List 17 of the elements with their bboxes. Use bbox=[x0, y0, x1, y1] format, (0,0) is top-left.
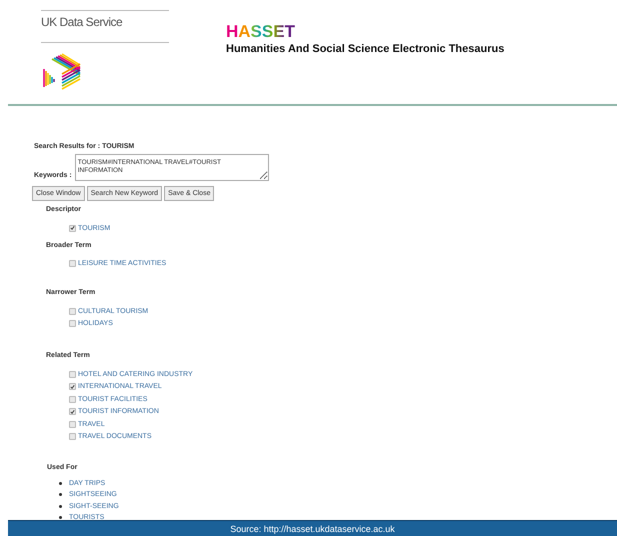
term-checkbox[interactable] bbox=[69, 308, 76, 315]
term-checkbox[interactable] bbox=[69, 224, 76, 232]
footer-text: Source: http://hasset.ukdataservice.ac.uk bbox=[230, 522, 395, 534]
term-checkbox[interactable] bbox=[69, 408, 76, 416]
term-checkbox[interactable] bbox=[69, 420, 76, 428]
bullet-icon bbox=[59, 504, 62, 508]
site-subtitle: Humanities And Social Science Electronic Thesaurus bbox=[226, 42, 504, 56]
term-checkbox[interactable] bbox=[69, 320, 76, 328]
term-checkbox[interactable] bbox=[69, 383, 76, 390]
bullet-icon bbox=[59, 516, 62, 520]
term-checkbox[interactable] bbox=[69, 396, 76, 403]
term-checkbox[interactable] bbox=[69, 370, 76, 378]
term-checkbox[interactable] bbox=[69, 260, 76, 268]
bullet-icon bbox=[59, 482, 62, 486]
bullet-icon bbox=[59, 493, 62, 496]
brand-name: UK Data Service bbox=[41, 14, 124, 30]
term-checkbox[interactable] bbox=[69, 433, 76, 440]
